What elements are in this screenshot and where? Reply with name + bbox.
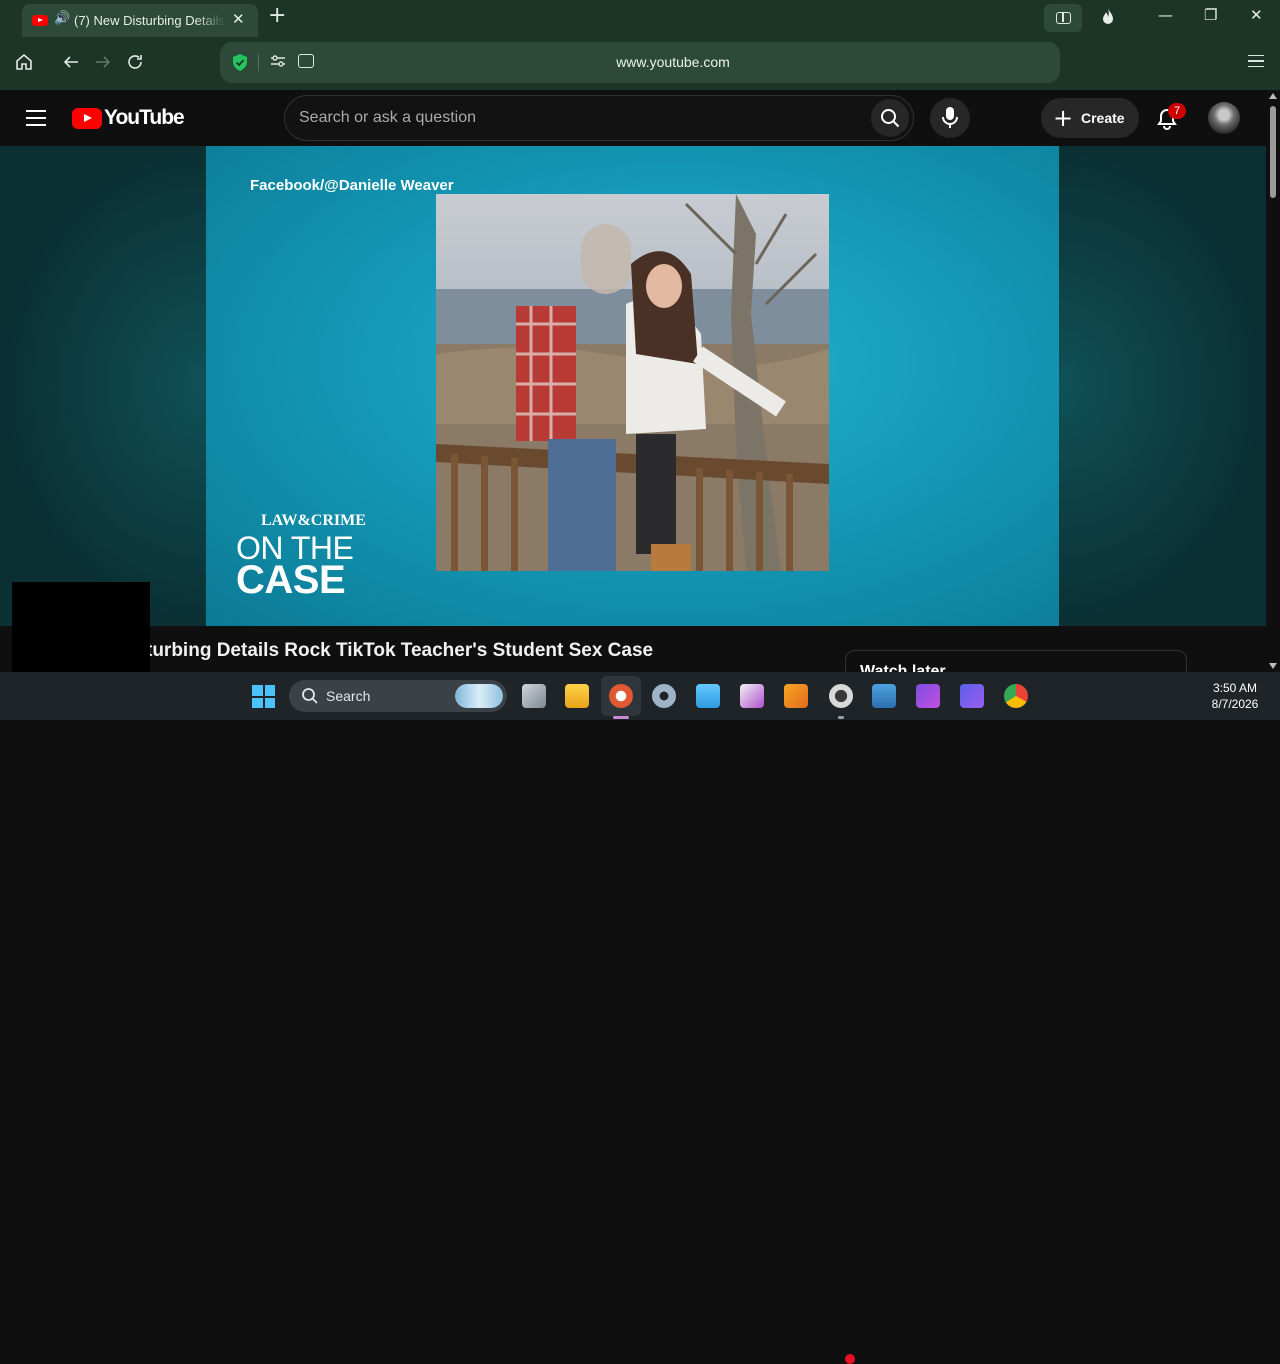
file-explorer-icon[interactable] bbox=[565, 684, 589, 708]
calculator-icon[interactable] bbox=[872, 684, 896, 708]
restore-button[interactable]: ❐ bbox=[1204, 6, 1217, 24]
guide-menu-icon[interactable] bbox=[26, 110, 46, 126]
taskbar-search[interactable]: Search bbox=[289, 680, 507, 712]
sidebar-toggle-button[interactable] bbox=[1044, 4, 1082, 32]
close-window-button[interactable]: ✕ bbox=[1250, 6, 1263, 24]
url-text[interactable]: www.youtube.com bbox=[220, 54, 1126, 70]
obs-running-indicator bbox=[838, 716, 844, 719]
sidebar-icon bbox=[1056, 12, 1071, 24]
obs-icon[interactable] bbox=[829, 684, 853, 708]
video-player[interactable]: Facebook/@Danielle Weaver LAW&CRIME ON T… bbox=[0, 146, 1266, 626]
black-overlay bbox=[12, 582, 150, 684]
windows-taskbar: Search 3:50 AM 8/7/2026 bbox=[0, 672, 1280, 1364]
notification-count-badge: 7 bbox=[1168, 103, 1186, 119]
address-bar[interactable]: www.youtube.com bbox=[220, 42, 1060, 83]
scroll-down-icon[interactable] bbox=[1269, 663, 1277, 669]
voice-search-button[interactable] bbox=[930, 98, 970, 138]
plus-icon: + bbox=[1053, 104, 1074, 132]
youtube-header: YouTube + Create 7 bbox=[0, 90, 1266, 146]
obs-recording-badge bbox=[845, 1354, 855, 1364]
video-frame[interactable]: Facebook/@Danielle Weaver LAW&CRIME ON T… bbox=[206, 146, 1059, 626]
photo-credit: Facebook/@Danielle Weaver bbox=[250, 177, 454, 194]
task-view-icon[interactable] bbox=[522, 684, 546, 708]
brand-line-3: CASE bbox=[236, 558, 346, 602]
search-icon bbox=[881, 109, 900, 128]
system-clock[interactable]: 3:50 AM 8/7/2026 bbox=[1200, 680, 1270, 712]
video-title: turbing Details Rock TikTok Teacher's St… bbox=[146, 640, 654, 661]
new-tab-button[interactable]: + bbox=[268, 3, 286, 28]
browser-menu-icon[interactable] bbox=[1248, 55, 1264, 67]
youtube-logo-icon[interactable] bbox=[72, 108, 102, 129]
search-input[interactable] bbox=[299, 96, 859, 140]
taskbar-search-label: Search bbox=[326, 688, 371, 704]
search-box bbox=[284, 95, 914, 141]
browser-tab-bar: 🔊 (7) New Disturbing Details Rock TikTok… bbox=[0, 0, 1280, 37]
forward-icon[interactable] bbox=[94, 53, 112, 71]
youtube-logo-text[interactable]: YouTube bbox=[104, 106, 185, 130]
windows-start-icon[interactable] bbox=[252, 685, 275, 708]
ambient-left bbox=[0, 146, 206, 626]
ambient-right bbox=[1059, 146, 1266, 626]
browser-toolbar: www.youtube.com bbox=[0, 37, 1280, 90]
avatar[interactable] bbox=[1208, 102, 1240, 134]
browser-tab[interactable]: 🔊 (7) New Disturbing Details Rock TikTok… bbox=[22, 4, 258, 37]
snipping-tool-icon[interactable] bbox=[740, 684, 764, 708]
scrollbar-thumb[interactable] bbox=[1270, 106, 1276, 198]
microphone-icon bbox=[942, 107, 958, 128]
create-label: Create bbox=[1081, 110, 1125, 126]
create-button[interactable]: + Create bbox=[1041, 98, 1139, 138]
clipchamp-icon[interactable] bbox=[916, 684, 940, 708]
settings-icon[interactable] bbox=[652, 684, 676, 708]
clock-date: 8/7/2026 bbox=[1211, 697, 1259, 711]
minimize-button[interactable]: — bbox=[1158, 6, 1173, 24]
tab-title: (7) New Disturbing Details Rock TikTok T… bbox=[74, 13, 226, 28]
home-icon[interactable] bbox=[15, 53, 33, 71]
fl-studio-icon[interactable] bbox=[784, 684, 808, 708]
reload-icon[interactable] bbox=[126, 53, 144, 71]
notepad-icon[interactable] bbox=[696, 684, 720, 708]
tab-close-icon[interactable]: ✕ bbox=[232, 10, 245, 28]
video-info: turbing Details Rock TikTok Teacher's St… bbox=[0, 626, 1266, 680]
page-scrollbar[interactable] bbox=[1266, 90, 1280, 672]
search-highlight-art bbox=[455, 684, 503, 708]
scroll-up-icon[interactable] bbox=[1269, 93, 1277, 99]
active-app-indicator bbox=[613, 716, 629, 719]
speaker-icon[interactable]: 🔊 bbox=[54, 11, 70, 26]
flame-icon[interactable] bbox=[1101, 8, 1115, 26]
clock-time: 3:50 AM bbox=[1212, 681, 1258, 695]
brand-line-1: LAW&CRIME bbox=[261, 512, 366, 529]
back-icon[interactable] bbox=[62, 53, 80, 71]
duckduckgo-icon[interactable] bbox=[609, 684, 633, 708]
app-icon[interactable] bbox=[960, 684, 984, 708]
chrome-icon[interactable] bbox=[1004, 684, 1028, 708]
search-icon bbox=[302, 688, 318, 704]
youtube-favicon-icon bbox=[32, 15, 48, 26]
video-photo bbox=[436, 194, 829, 571]
search-button[interactable] bbox=[871, 99, 909, 137]
